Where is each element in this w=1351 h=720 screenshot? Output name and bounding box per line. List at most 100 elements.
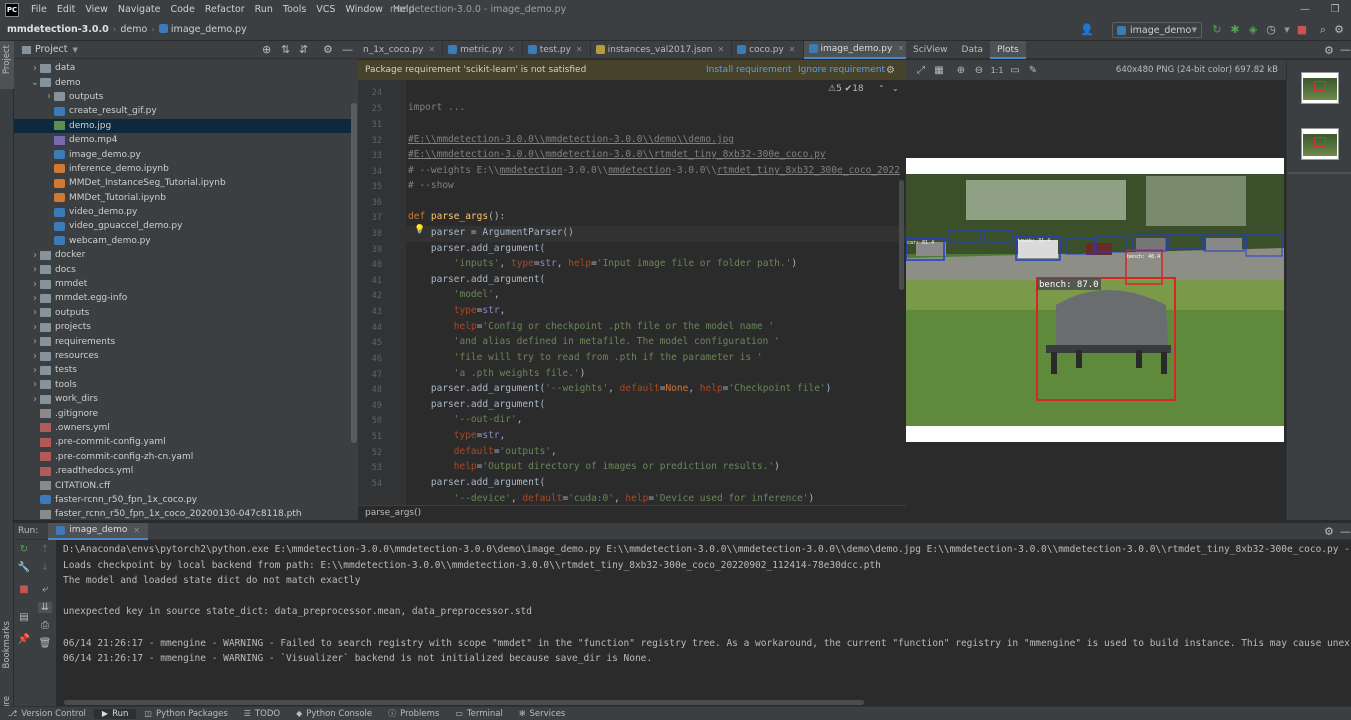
layout-icon[interactable]: ▤ <box>17 612 31 623</box>
code-line[interactable]: 'file will try to read from .pth if the … <box>408 352 763 363</box>
close-icon[interactable]: ✕ <box>428 45 435 54</box>
console-scrollbar[interactable] <box>64 700 864 705</box>
editor-tab[interactable]: test.py ✕ <box>523 40 591 59</box>
tree-folder[interactable]: › projects <box>14 320 354 334</box>
code-line[interactable]: parser = ArgumentParser() <box>408 227 574 238</box>
tree-folder[interactable]: › tests <box>14 363 354 377</box>
tree-file[interactable]: MMDet_Tutorial.ipynb <box>14 191 354 205</box>
tab-data[interactable]: Data <box>955 41 991 59</box>
editor-tab[interactable]: image_demo.py ✕ <box>803 40 913 59</box>
tree-file[interactable]: inference_demo.ipynb <box>14 162 354 176</box>
collapse-all-icon[interactable]: ⇅ <box>281 43 290 56</box>
install-requirement-link[interactable]: Install requirement <box>706 65 792 75</box>
pin-icon[interactable]: 📌 <box>17 634 31 645</box>
chevron-right-icon[interactable]: › <box>30 63 40 74</box>
chevron-right-icon[interactable]: › <box>30 264 40 275</box>
tree-file[interactable]: CITATION.cff <box>14 478 354 492</box>
chevron-right-icon[interactable]: › <box>30 322 40 333</box>
tool-python-packages[interactable]: ◫ Python Packages <box>136 709 235 719</box>
lightbulb-icon[interactable]: 💡 <box>414 225 425 235</box>
project-scrollbar[interactable] <box>351 103 357 443</box>
code-line[interactable]: 'inputs', type=str, help='Input image fi… <box>408 258 797 269</box>
code-line[interactable]: #E:\\mmdetection-3.0.0\\mmdetection-3.0.… <box>408 149 826 160</box>
tree-folder[interactable]: › resources <box>14 349 354 363</box>
run-configuration-select[interactable]: image_demo ▼ <box>1112 22 1202 38</box>
tree-folder[interactable]: › data <box>14 61 354 75</box>
scroll-to-end-icon[interactable]: ⇊ <box>38 602 52 613</box>
menu-file[interactable]: File <box>26 4 52 15</box>
trash-icon[interactable]: 🗑 <box>38 638 52 649</box>
chevron-right-icon[interactable]: › <box>30 379 40 390</box>
close-icon[interactable]: ✕ <box>508 45 515 54</box>
run-tab-image-demo[interactable]: image_demo ✕ <box>48 522 149 540</box>
editor-tab[interactable]: coco.py ✕ <box>732 40 804 59</box>
close-icon[interactable]: ✕ <box>717 45 724 54</box>
editor-tab[interactable]: instances_val2017.json ✕ <box>591 40 733 59</box>
tree-folder[interactable]: › requirements <box>14 334 354 348</box>
code-line[interactable]: '--device', default='cuda:0', help='Devi… <box>408 493 814 504</box>
code-line[interactable]: type=str, <box>408 430 506 441</box>
tool-problems[interactable]: ⓘ Problems <box>380 708 447 719</box>
tab-plots[interactable]: Plots <box>990 40 1026 59</box>
chevron-down-icon[interactable]: ▼ <box>1280 23 1294 37</box>
code-line[interactable]: def parse_args(): <box>408 211 505 222</box>
chevron-right-icon[interactable]: › <box>30 279 40 290</box>
restore-icon[interactable]: ❐ <box>1320 0 1350 19</box>
editor-breadcrumb[interactable]: parse_args() <box>358 505 906 521</box>
tree-folder[interactable]: › outputs <box>14 90 354 104</box>
code-line[interactable]: default='outputs', <box>408 446 557 457</box>
code-line[interactable]: type=str, <box>408 305 506 316</box>
tree-folder[interactable]: › docs <box>14 262 354 276</box>
gear-icon[interactable]: ⚙ <box>886 65 895 76</box>
color-picker-icon[interactable]: ✎ <box>1024 65 1042 76</box>
zoom-in-icon[interactable]: ⊕ <box>952 65 970 76</box>
tree-file[interactable]: .pre-commit-config-zh-cn.yaml <box>14 450 354 464</box>
code-line[interactable]: 'model', <box>408 289 500 300</box>
breadcrumb-project[interactable]: mmdetection-3.0.0 <box>3 24 113 35</box>
tree-folder[interactable]: › outputs <box>14 306 354 320</box>
user-icon[interactable]: 👤 <box>1080 23 1094 37</box>
actual-size-button[interactable]: 1:1 <box>988 66 1006 75</box>
tree-file[interactable]: webcam_demo.py <box>14 234 354 248</box>
print-icon[interactable]: ⎙ <box>38 620 52 631</box>
tree-file[interactable]: image_demo.py <box>14 147 354 161</box>
tree-file[interactable]: .pre-commit-config.yaml <box>14 435 354 449</box>
search-icon[interactable]: ⌕ <box>1316 23 1330 37</box>
soft-wrap-icon[interactable]: ⤶ <box>38 584 52 595</box>
tree-file[interactable]: demo.mp4 <box>14 133 354 147</box>
hide-icon[interactable]: — <box>342 43 353 56</box>
menu-refactor[interactable]: Refactor <box>200 4 250 15</box>
tree-file[interactable]: .gitignore <box>14 406 354 420</box>
menu-navigate[interactable]: Navigate <box>113 4 166 15</box>
code-line[interactable]: import ... <box>408 102 465 113</box>
code-line[interactable]: '--out-dir', <box>408 414 523 425</box>
bookmarks-tool-label[interactable]: Bookmarks <box>2 621 12 669</box>
code-line[interactable]: help='Output directory of images or pred… <box>408 461 780 472</box>
code-line[interactable]: #E:\\mmdetection-3.0.0\\mmdetection-3.0.… <box>408 134 734 145</box>
grid-icon[interactable]: ▦ <box>930 65 948 76</box>
menu-code[interactable]: Code <box>165 4 199 15</box>
tool-python-console[interactable]: ◆ Python Console <box>288 709 380 719</box>
ignore-requirement-link[interactable]: Ignore requirement <box>798 65 885 75</box>
chevron-down-icon[interactable]: ⌄ <box>30 77 40 88</box>
editor-tab[interactable]: metric.py ✕ <box>443 40 523 59</box>
editor-scrollbar[interactable] <box>899 180 904 290</box>
down-icon[interactable]: ↓ <box>38 562 52 573</box>
tree-folder[interactable]: › mmdet <box>14 277 354 291</box>
breadcrumb-file[interactable]: image_demo.py <box>155 24 251 35</box>
tree-file[interactable]: video_gpuaccel_demo.py <box>14 219 354 233</box>
tool-run[interactable]: ▶ Run <box>93 708 137 719</box>
chessboard-icon[interactable]: ▭ <box>1006 65 1024 76</box>
chevron-right-icon[interactable]: › <box>30 336 40 347</box>
tree-folder[interactable]: ⌄ demo <box>14 75 354 89</box>
code-line[interactable]: parser.add_argument('--weights', default… <box>408 383 832 394</box>
tree-file[interactable]: .owners.yml <box>14 421 354 435</box>
chevron-down-icon[interactable]: ⌄ <box>892 84 899 93</box>
close-icon[interactable]: ✕ <box>133 526 140 535</box>
tree-folder[interactable]: › tools <box>14 378 354 392</box>
gear-icon[interactable]: ⚙ <box>323 43 333 56</box>
run-console[interactable]: D:\Anaconda\envs\pytorch2\python.exe E:\… <box>56 540 1351 706</box>
hide-icon[interactable]: — <box>1340 525 1351 538</box>
tree-file[interactable]: demo.jpg <box>14 118 354 133</box>
fit-icon[interactable]: ⤢ <box>912 65 930 76</box>
